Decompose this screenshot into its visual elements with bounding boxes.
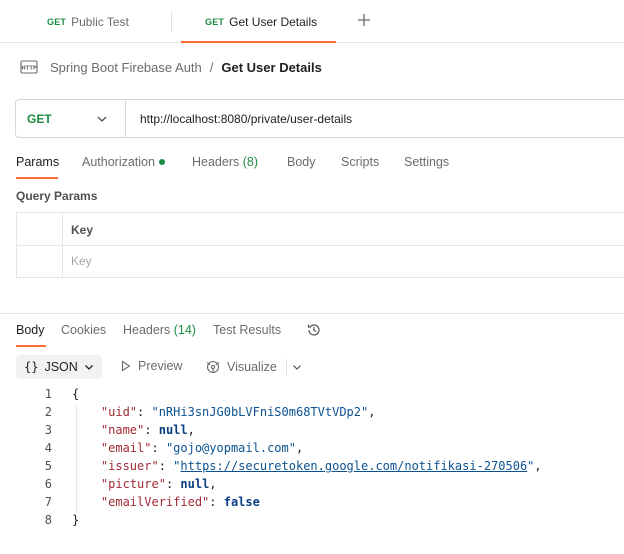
code-line: 5 "issuer": "https://securetoken.google.… — [0, 459, 624, 477]
chevron-down-icon — [84, 365, 93, 370]
visualize-label: Visualize — [227, 360, 277, 374]
code-text: "uid": "nRHi3snJG0bLVFniS0m68TVtVDp2", — [100, 405, 376, 419]
code-line: 7 "emailVerified": false — [0, 495, 624, 513]
response-tab-headers-label: Headers — [123, 323, 171, 337]
json-key: "issuer" — [100, 459, 159, 473]
active-tab-indicator — [181, 41, 336, 43]
issuer-link[interactable]: https://securetoken.google.com/notifikas… — [180, 459, 527, 473]
toolbar-divider — [286, 359, 287, 375]
json-key: "uid" — [100, 405, 138, 419]
breadcrumb-current[interactable]: Get User Details — [221, 60, 321, 75]
code-line: 8 } — [0, 513, 624, 531]
json-key: "name" — [100, 423, 145, 437]
line-number: 4 — [44, 441, 52, 455]
tab-authorization-label: Authorization — [82, 155, 155, 169]
query-params-title: Query Params — [16, 189, 98, 203]
code-line: 3 "name": null, — [0, 423, 624, 441]
active-response-tab-indicator — [16, 345, 46, 347]
response-headers-count: (14) — [173, 323, 196, 337]
request-url-bar: GET http://localhost:8080/private/user-d… — [15, 99, 624, 138]
line-number: 7 — [44, 495, 52, 509]
tab-settings[interactable]: Settings — [404, 155, 449, 169]
json-key: "emailVerified" — [100, 495, 210, 509]
json-braces-icon: {} — [24, 360, 39, 374]
breadcrumb-collection[interactable]: Spring Boot Firebase Auth — [50, 60, 202, 75]
http-request-icon: HTTP — [20, 60, 38, 74]
json-value: "nRHi3snJG0bLVFniS0m68TVtVDp2" — [151, 405, 369, 419]
json-quote: " — [527, 459, 535, 473]
line-number: 3 — [44, 423, 52, 437]
response-tab-headers[interactable]: Headers (14) — [123, 323, 196, 337]
tab-label: Public Test — [71, 14, 129, 29]
tab-method-badge: GET — [205, 16, 225, 27]
tab-headers[interactable]: Headers (8) — [192, 155, 258, 169]
code-text: "email": "gojo@yopmail.com", — [100, 441, 304, 455]
json-value: false — [223, 495, 260, 509]
query-params-table: Key Key — [16, 212, 624, 278]
chevron-down-icon — [97, 116, 107, 122]
code-text: "emailVerified": false — [100, 495, 260, 509]
visualize-button[interactable]: Visualize — [205, 359, 277, 375]
method-select[interactable]: GET — [16, 100, 126, 137]
json-value: "gojo@yopmail.com" — [165, 441, 296, 455]
table-row-divider — [17, 245, 624, 246]
code-line: 1 { — [0, 387, 624, 405]
code-text: "picture": null, — [100, 477, 217, 491]
code-line: 6 "picture": null, — [0, 477, 624, 495]
line-number: 1 — [44, 387, 52, 401]
tab-params[interactable]: Params — [16, 155, 59, 169]
line-number: 2 — [44, 405, 52, 419]
tab-authorization[interactable]: Authorization — [82, 155, 165, 169]
breadcrumb: HTTP Spring Boot Firebase Auth / Get Use… — [20, 58, 322, 76]
svg-text:HTTP: HTTP — [21, 66, 37, 72]
json-key: "picture" — [100, 477, 166, 491]
response-format-select[interactable]: {} JSON — [16, 355, 102, 379]
status-dot-icon — [158, 158, 165, 165]
new-tab-plus-icon[interactable] — [355, 12, 373, 30]
visualize-icon — [206, 360, 220, 374]
response-tab-body[interactable]: Body — [16, 323, 45, 337]
json-value: null — [180, 477, 210, 491]
json-close-brace: } — [72, 513, 80, 527]
line-number: 6 — [44, 477, 52, 491]
tab-headers-label: Headers — [192, 155, 240, 169]
json-value: null — [158, 423, 188, 437]
history-icon[interactable] — [306, 322, 322, 338]
response-tab-test-results[interactable]: Test Results — [213, 323, 281, 337]
tab-label: Get User Details — [229, 14, 318, 29]
tab-scripts[interactable]: Scripts — [341, 155, 379, 169]
code-text: { — [72, 387, 79, 401]
response-format-value: JSON — [44, 360, 78, 374]
url-input[interactable]: http://localhost:8080/private/user-detai… — [126, 112, 352, 126]
headers-count: (8) — [242, 155, 259, 169]
preview-label: Preview — [138, 359, 183, 373]
response-divider[interactable] — [0, 313, 624, 314]
json-key: "email" — [100, 441, 152, 455]
table-column-divider — [62, 213, 63, 277]
tab-public-test[interactable]: GET Public Test — [47, 0, 129, 43]
preview-button[interactable]: Preview — [120, 359, 182, 373]
method-value: GET — [27, 111, 52, 126]
tab-method-badge: GET — [47, 16, 67, 27]
code-text: } — [72, 513, 79, 527]
play-icon — [121, 360, 131, 372]
code-line: 2 "uid": "nRHi3snJG0bLVFniS0m68TVtVDp2", — [0, 405, 624, 423]
json-open-brace: { — [72, 387, 80, 401]
response-tab-cookies[interactable]: Cookies — [61, 323, 106, 337]
request-tab-bar: GET Public Test GET Get User Details — [0, 0, 624, 43]
param-key-input[interactable]: Key — [71, 254, 92, 268]
tab-divider — [171, 12, 172, 32]
tab-body[interactable]: Body — [287, 155, 316, 169]
breadcrumb-separator: / — [209, 59, 214, 75]
line-number: 8 — [44, 513, 52, 527]
chevron-down-icon[interactable] — [292, 362, 302, 372]
tab-get-user-details[interactable]: GET Get User Details — [205, 0, 317, 43]
column-header-key: Key — [71, 223, 94, 237]
active-request-tab-indicator — [16, 177, 58, 179]
code-text: "issuer": "https://securetoken.google.co… — [100, 459, 542, 473]
code-text: "name": null, — [100, 423, 195, 437]
code-line: 4 "email": "gojo@yopmail.com", — [0, 441, 624, 459]
line-number: 5 — [44, 459, 52, 473]
